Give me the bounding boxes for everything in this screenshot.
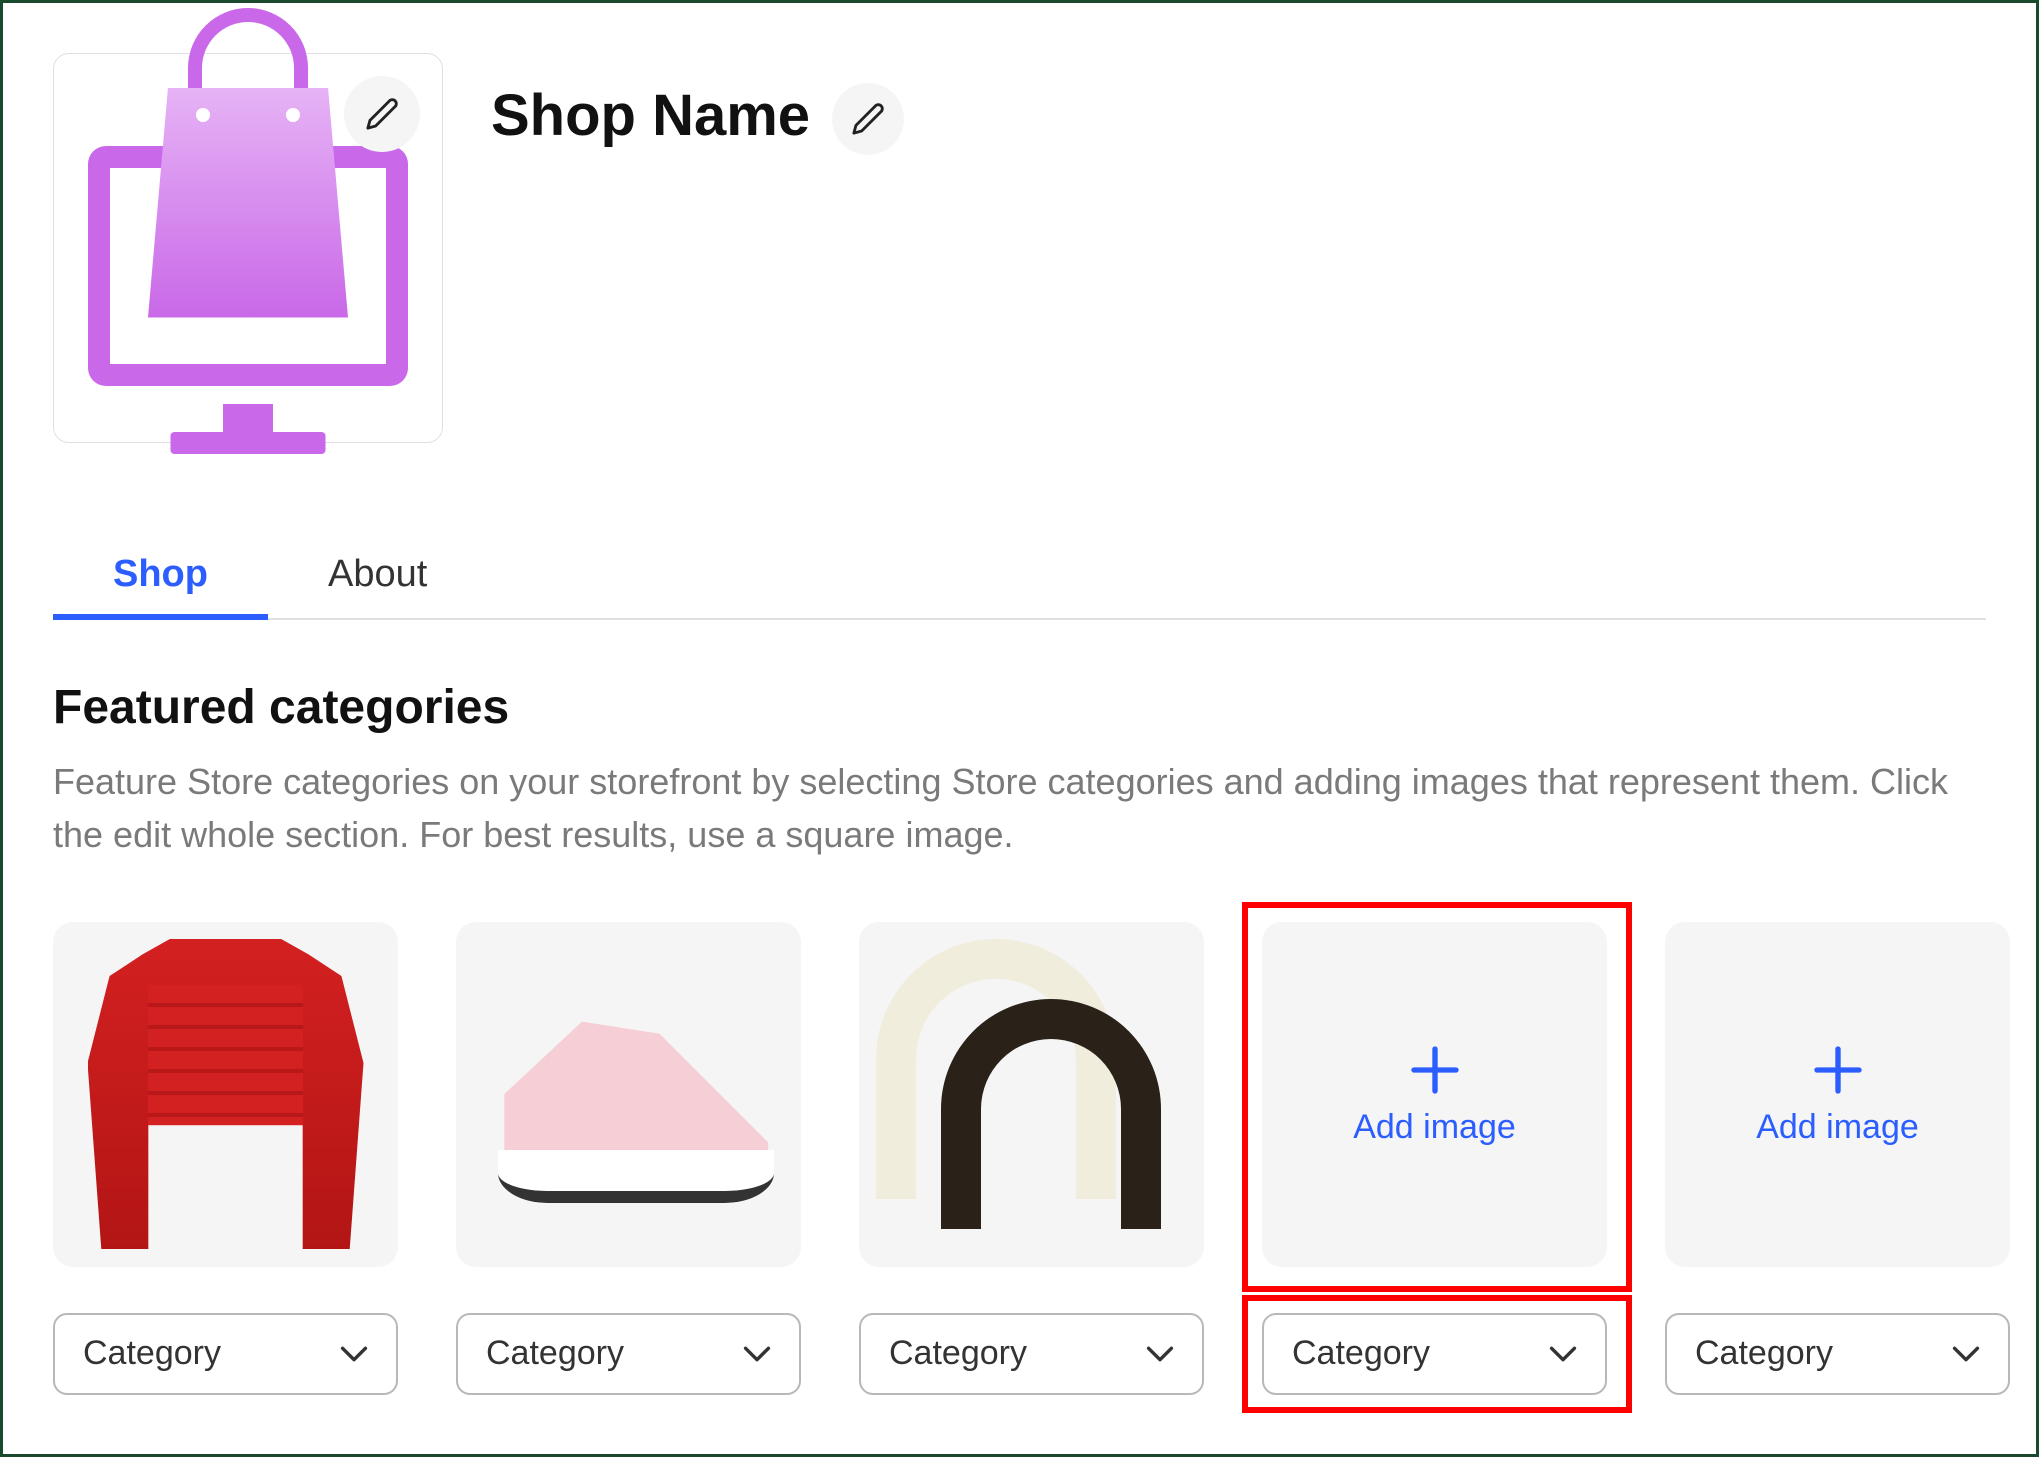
- chevron-down-icon: [743, 1346, 771, 1362]
- category-dropdown[interactable]: Category: [53, 1313, 398, 1395]
- category-image[interactable]: [859, 922, 1204, 1267]
- dropdown-label: Category: [889, 1334, 1027, 1373]
- category-card: Category: [859, 922, 1204, 1395]
- shop-title-row: Shop Name: [491, 53, 904, 155]
- shop-title: Shop Name: [491, 82, 810, 149]
- pencil-icon: [365, 97, 399, 131]
- add-image-placeholder[interactable]: Add image: [1665, 922, 2010, 1267]
- featured-categories-description: Feature Store categories on your storefr…: [53, 755, 1986, 862]
- edit-logo-button[interactable]: [344, 76, 420, 152]
- category-dropdown[interactable]: Category: [859, 1313, 1204, 1395]
- category-dropdown[interactable]: Category: [1262, 1313, 1607, 1395]
- product-image-sneaker: [473, 973, 784, 1215]
- tab-shop[interactable]: Shop: [53, 533, 268, 618]
- category-card: Category: [53, 922, 398, 1395]
- tabs-bar: Shop About: [53, 533, 1986, 620]
- chevron-down-icon: [1549, 1346, 1577, 1362]
- category-row: Category Category Category: [53, 922, 1986, 1395]
- shop-logo-container: [53, 53, 443, 443]
- chevron-down-icon: [1146, 1346, 1174, 1362]
- edit-shop-name-button[interactable]: [832, 83, 904, 155]
- category-card: Add image Category: [1665, 922, 2010, 1395]
- add-image-label: Add image: [1756, 1108, 1919, 1147]
- category-image[interactable]: [53, 922, 398, 1267]
- dropdown-label: Category: [1695, 1334, 1833, 1373]
- featured-categories-title: Featured categories: [53, 680, 1986, 735]
- category-image[interactable]: [456, 922, 801, 1267]
- dropdown-label: Category: [1292, 1334, 1430, 1373]
- chevron-down-icon: [340, 1346, 368, 1362]
- category-card: Add image Category: [1262, 922, 1607, 1395]
- dropdown-label: Category: [486, 1334, 624, 1373]
- category-card: Category: [456, 922, 801, 1395]
- add-image-placeholder[interactable]: Add image: [1262, 922, 1607, 1267]
- plus-icon: [1810, 1042, 1866, 1098]
- category-dropdown[interactable]: Category: [1665, 1313, 2010, 1395]
- pencil-icon: [851, 102, 885, 136]
- plus-icon: [1407, 1042, 1463, 1098]
- shop-logo-icon: [88, 146, 408, 386]
- chevron-down-icon: [1952, 1346, 1980, 1362]
- product-image-jacket: [88, 939, 364, 1250]
- product-image-headbands: [876, 939, 1187, 1250]
- dropdown-label: Category: [83, 1334, 221, 1373]
- category-dropdown[interactable]: Category: [456, 1313, 801, 1395]
- add-image-label: Add image: [1353, 1108, 1516, 1147]
- tab-about[interactable]: About: [268, 533, 487, 618]
- shop-header: Shop Name: [53, 53, 1986, 443]
